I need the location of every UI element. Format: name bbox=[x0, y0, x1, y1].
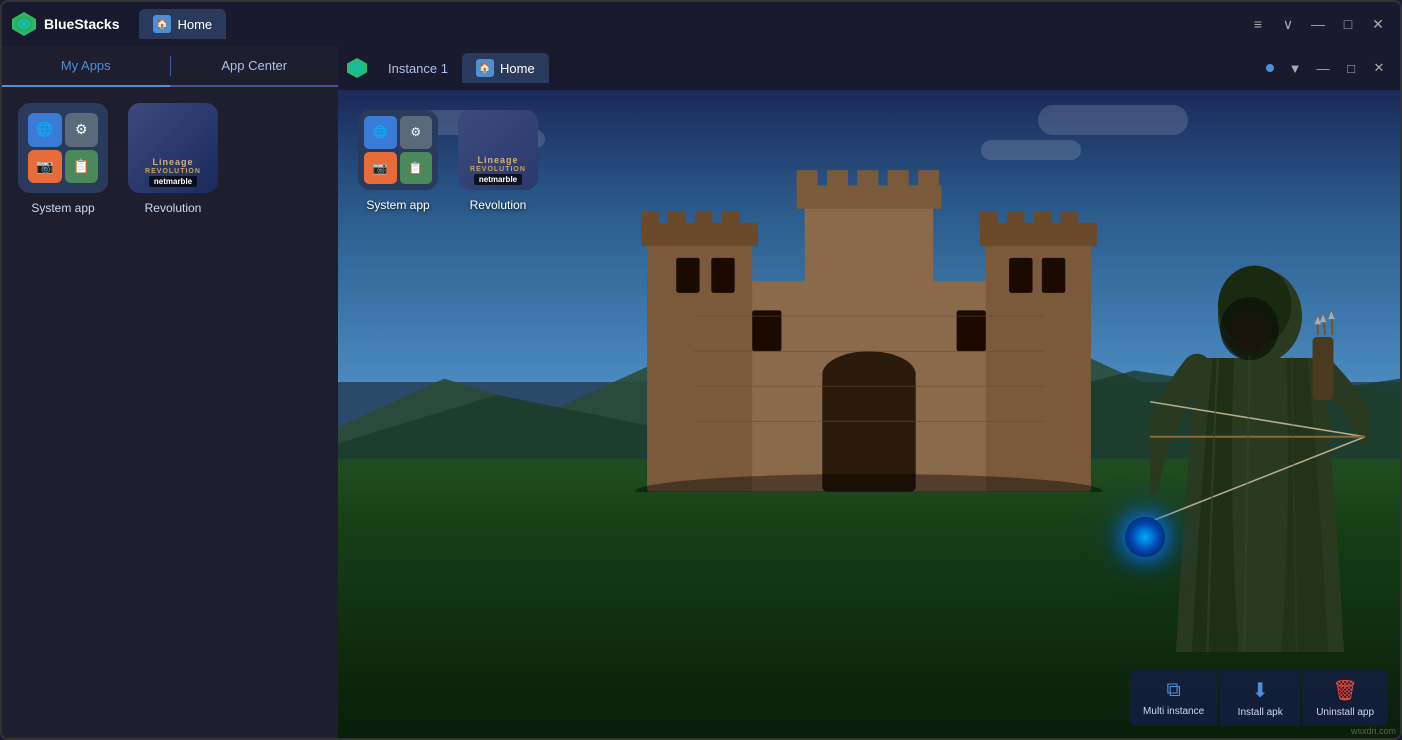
game-area[interactable]: 🌐 ⚙ 📷 📋 System app Lineage REVOLUTIO bbox=[338, 90, 1400, 738]
outer-dropdown-button[interactable]: ∨ bbox=[1276, 12, 1300, 36]
instance-tab-home[interactable]: 🏠 Home bbox=[462, 53, 549, 83]
game-netmarble-badge: netmarble bbox=[474, 174, 522, 185]
multi-instance-button[interactable]: ⧉ Multi instance bbox=[1129, 670, 1218, 726]
outer-content-area: My Apps App Center 🌐 ⚙ 📷 📋 bbox=[2, 46, 1400, 738]
game-gear-icon: ⚙ bbox=[400, 116, 433, 149]
watermark-text: wsxdri.com bbox=[1351, 726, 1396, 736]
game-camera-icon: 📷 bbox=[364, 152, 397, 185]
game-globe-icon: 🌐 bbox=[364, 116, 397, 149]
multi-instance-label: Multi instance bbox=[1143, 706, 1204, 717]
outer-menu-button[interactable]: ≡ bbox=[1246, 12, 1270, 36]
instance-tab-instance1[interactable]: Instance 1 bbox=[374, 55, 462, 82]
cloud-3 bbox=[1038, 105, 1188, 135]
bluestacks-title: BlueStacks bbox=[44, 16, 119, 32]
game-system-app-icon: 🌐 ⚙ 📷 📋 bbox=[358, 110, 438, 190]
revolution-app-label: Revolution bbox=[145, 201, 202, 215]
sidebar-tabs: My Apps App Center bbox=[2, 46, 338, 87]
inner-window-controls: ▼ — □ ✕ bbox=[1266, 57, 1390, 79]
outer-home-tab[interactable]: 🏠 Home bbox=[139, 9, 226, 39]
inner-maximize-button[interactable]: □ bbox=[1340, 57, 1362, 79]
sidebar-tab-my-apps[interactable]: My Apps bbox=[2, 46, 170, 87]
magic-orb bbox=[1125, 517, 1165, 557]
files-mini-icon: 📋 bbox=[65, 150, 99, 184]
game-lineage-text: Lineage REVOLUTION bbox=[470, 155, 526, 174]
home-tab-icon: 🏠 bbox=[153, 15, 171, 33]
outer-titlebar: BlueStacks 🏠 Home ≡ ∨ — □ ✕ bbox=[2, 2, 1400, 46]
sidebar-apps-list: 🌐 ⚙ 📷 📋 System app bbox=[2, 87, 338, 738]
inner-instance-window: Instance 1 🏠 Home ▼ — □ ✕ bbox=[338, 46, 1400, 738]
archer-character-svg bbox=[1150, 253, 1370, 673]
lineage-text-label: Lineage REVOLUTION bbox=[145, 157, 201, 176]
game-system-app-label: System app bbox=[366, 198, 429, 212]
status-indicator bbox=[1266, 64, 1274, 72]
outer-minimize-button[interactable]: — bbox=[1306, 12, 1330, 36]
outer-close-button[interactable]: ✕ bbox=[1366, 12, 1390, 36]
install-apk-icon: ⬇ bbox=[1252, 678, 1269, 703]
game-revolution-app[interactable]: Lineage REVOLUTION netmarble Revolution bbox=[458, 110, 538, 212]
camera-mini-icon: 📷 bbox=[28, 150, 62, 184]
multi-instance-icon: ⧉ bbox=[1166, 679, 1180, 702]
game-lineage-icon: Lineage REVOLUTION netmarble bbox=[458, 110, 538, 190]
inner-titlebar: Instance 1 🏠 Home ▼ — □ ✕ bbox=[338, 46, 1400, 90]
uninstall-app-button[interactable]: 🗑 Uninstall app bbox=[1302, 670, 1388, 726]
inner-home-icon: 🏠 bbox=[476, 59, 494, 77]
sidebar-app-row: 🌐 ⚙ 📷 📋 System app bbox=[18, 103, 322, 215]
sidebar: My Apps App Center 🌐 ⚙ 📷 📋 bbox=[2, 46, 338, 738]
globe-mini-icon: 🌐 bbox=[28, 113, 62, 147]
revolution-icon-container: Lineage REVOLUTION netmarble bbox=[128, 103, 218, 193]
sidebar-tab-app-center[interactable]: App Center bbox=[171, 46, 339, 85]
instance-tab-label: Instance 1 bbox=[388, 61, 448, 76]
game-files-icon: 📋 bbox=[400, 152, 433, 185]
bottom-toolbar: ⧉ Multi instance ⬇ Install apk 🗑 Uninsta… bbox=[1129, 670, 1388, 726]
game-app-icons: 🌐 ⚙ 📷 📋 System app Lineage REVOLUTIO bbox=[358, 110, 538, 212]
inner-home-label: Home bbox=[500, 61, 535, 76]
sidebar-app-system[interactable]: 🌐 ⚙ 📷 📋 System app bbox=[18, 103, 108, 215]
outer-bluestacks-window: BlueStacks 🏠 Home ≡ ∨ — □ ✕ My Apps App … bbox=[0, 0, 1402, 740]
bluestacks-logo-icon bbox=[10, 10, 38, 38]
install-apk-button[interactable]: ⬇ Install apk bbox=[1220, 670, 1300, 726]
outer-window-controls: ≡ ∨ — □ ✕ bbox=[1246, 12, 1390, 36]
uninstall-app-label: Uninstall app bbox=[1316, 707, 1374, 718]
inner-minimize-button[interactable]: — bbox=[1312, 57, 1334, 79]
game-system-app[interactable]: 🌐 ⚙ 📷 📋 System app bbox=[358, 110, 438, 212]
system-app-icon-container: 🌐 ⚙ 📷 📋 bbox=[18, 103, 108, 193]
inner-close-button[interactable]: ✕ bbox=[1368, 57, 1390, 79]
gear-mini-icon: ⚙ bbox=[65, 113, 99, 147]
system-app-label: System app bbox=[31, 201, 94, 215]
install-apk-label: Install apk bbox=[1238, 707, 1283, 718]
sidebar-app-revolution[interactable]: Lineage REVOLUTION netmarble Revolution bbox=[128, 103, 218, 215]
lineage-inner-bg: Lineage REVOLUTION netmarble bbox=[128, 103, 218, 193]
game-revolution-label: Revolution bbox=[470, 198, 527, 212]
outer-maximize-button[interactable]: □ bbox=[1336, 12, 1360, 36]
netmarble-badge: netmarble bbox=[149, 176, 197, 187]
castle-svg bbox=[577, 141, 1161, 491]
system-app-icon-grid: 🌐 ⚙ 📷 📋 bbox=[28, 113, 98, 183]
inner-menu-button[interactable]: ▼ bbox=[1284, 57, 1306, 79]
instance-logo-icon bbox=[346, 57, 368, 79]
uninstall-app-icon: 🗑 bbox=[1332, 678, 1357, 703]
